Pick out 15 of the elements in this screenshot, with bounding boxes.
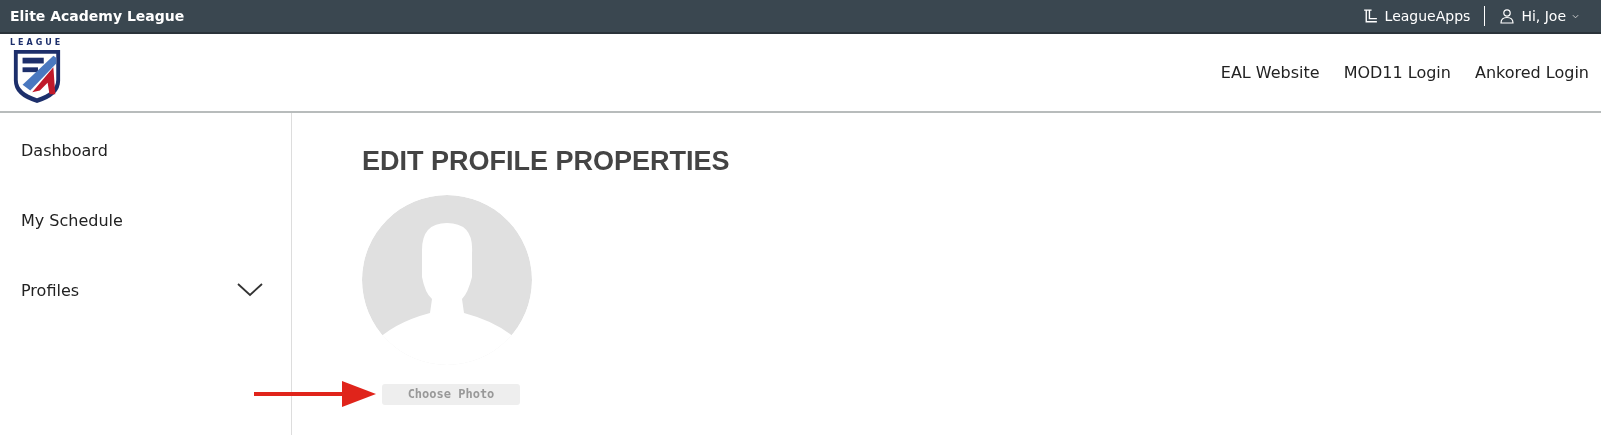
nav-link[interactable]: Ankored Login (1474, 63, 1589, 82)
nav-link[interactable]: EAL Website (1220, 63, 1320, 82)
brand-icon (1361, 7, 1379, 25)
avatar-placeholder-icon (362, 195, 532, 365)
sidebar-item[interactable]: Profiles (0, 267, 291, 313)
caret-icon (1572, 13, 1579, 19)
logo-text: LEAGUE (10, 38, 64, 47)
nav-link[interactable]: MOD11 Login (1343, 63, 1451, 82)
sidebar-item[interactable]: Dashboard (0, 127, 291, 173)
sidebar-item[interactable]: My Schedule (0, 197, 291, 243)
user-icon (1499, 8, 1516, 24)
leagueapps-link[interactable]: LeagueApps (1361, 7, 1471, 25)
site-title: Elite Academy League (10, 8, 185, 24)
page-heading: EDIT PROFILE PROPERTIES (362, 146, 730, 177)
user-menu[interactable]: Hi, Joe (1499, 8, 1579, 24)
